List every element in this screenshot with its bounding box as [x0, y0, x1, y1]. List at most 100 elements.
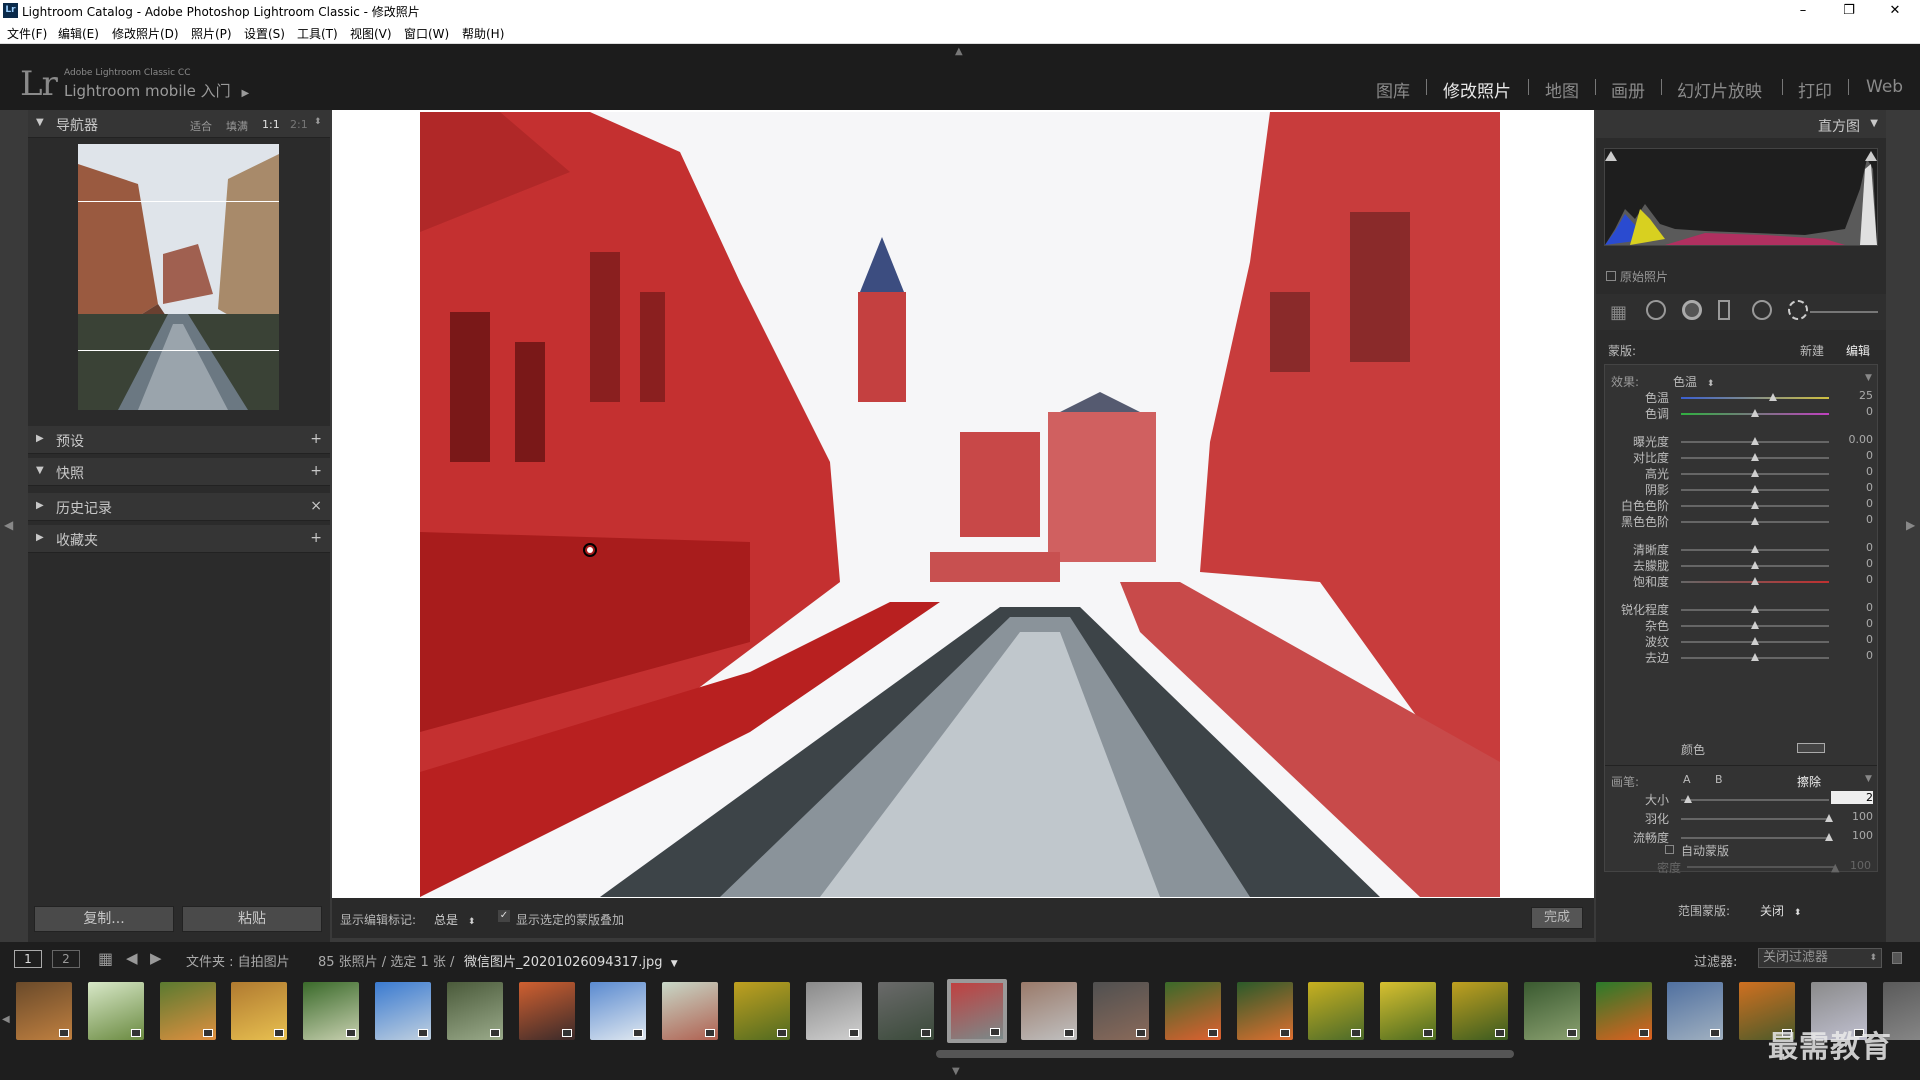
back-arrow-icon[interactable]: ◀: [126, 949, 138, 967]
filmstrip-thumbnail[interactable]: [805, 982, 862, 1040]
module-web[interactable]: Web: [1866, 77, 1903, 97]
navigator-header[interactable]: ▼ 导航器 适合 填满 1:1 2:1 ⬍: [28, 110, 330, 138]
filmstrip-thumbnail[interactable]: [1452, 982, 1508, 1040]
filmstrip-thumbnail[interactable]: [1164, 982, 1221, 1040]
brush-slider-knob-icon[interactable]: [1684, 795, 1693, 803]
histogram[interactable]: [1604, 148, 1878, 246]
panel-menu-triangle-icon[interactable]: ▼: [1865, 373, 1872, 383]
add-snapshot-icon[interactable]: +: [310, 463, 322, 479]
clear-history-icon[interactable]: ×: [310, 498, 322, 514]
slider-value[interactable]: 25: [1833, 389, 1873, 402]
slider-knob-icon[interactable]: [1751, 485, 1759, 493]
menu-file[interactable]: 文件(F): [7, 25, 47, 42]
slider-knob-icon[interactable]: [1768, 393, 1777, 401]
slider-track[interactable]: [1681, 397, 1829, 399]
slider-knob-icon[interactable]: [1751, 577, 1759, 585]
navigator-viewport-frame[interactable]: [78, 201, 279, 351]
brush-erase-tab[interactable]: 擦除: [1797, 773, 1821, 790]
filmstrip-thumbnail[interactable]: [16, 982, 72, 1040]
density-track[interactable]: [1687, 866, 1835, 868]
radial-filter-icon[interactable]: [1752, 300, 1772, 320]
main-photo[interactable]: [420, 112, 1500, 897]
zoom-stepper-icon[interactable]: ⬍: [314, 117, 322, 127]
filmstrip-scroll-left-icon[interactable]: ◀: [2, 1014, 10, 1025]
brush-slider-value[interactable]: 100: [1833, 829, 1873, 842]
menu-photo[interactable]: 照片(P): [191, 25, 232, 42]
overlay-checkbox[interactable]: ✓: [498, 910, 510, 922]
mask-edit-button[interactable]: 编辑: [1846, 342, 1870, 359]
color-swatch[interactable]: [1797, 743, 1825, 753]
slider-knob-icon[interactable]: [1751, 605, 1759, 613]
filmstrip-thumbnail[interactable]: [662, 982, 719, 1040]
menu-view[interactable]: 视图(V): [350, 25, 392, 42]
slider-value[interactable]: 0: [1833, 541, 1873, 554]
menu-settings[interactable]: 设置(S): [244, 25, 285, 42]
menu-help[interactable]: 帮助(H): [462, 25, 504, 42]
filmstrip-thumbnail[interactable]: [1021, 982, 1078, 1040]
menu-develop[interactable]: 修改照片(D): [112, 25, 179, 42]
snapshots-header[interactable]: ▼ 快照 +: [28, 458, 330, 486]
brush-menu-triangle-icon[interactable]: ▼: [1865, 774, 1872, 784]
slider-value[interactable]: 0: [1833, 649, 1873, 662]
filmstrip-thumbnail[interactable]: [1093, 982, 1149, 1040]
add-collection-icon[interactable]: +: [310, 530, 322, 546]
maximize-button[interactable]: ❐: [1826, 0, 1872, 22]
filmstrip-thumbnail[interactable]: [1523, 982, 1580, 1040]
module-book[interactable]: 画册: [1611, 77, 1645, 102]
filmstrip-thumbnail[interactable]: [159, 982, 216, 1040]
slider-knob-icon[interactable]: [1751, 637, 1759, 645]
presets-header[interactable]: ▶ 预设 +: [28, 426, 330, 454]
add-preset-icon[interactable]: +: [310, 431, 322, 447]
paste-settings-button[interactable]: 粘贴: [182, 906, 322, 932]
adjustment-brush-icon[interactable]: [1788, 300, 1808, 320]
collections-header[interactable]: ▶ 收藏夹 +: [28, 525, 330, 553]
module-library[interactable]: 图库: [1376, 77, 1410, 102]
close-button[interactable]: ✕: [1872, 0, 1918, 22]
filmstrip-thumbnail[interactable]: [734, 982, 790, 1040]
slider-knob-icon[interactable]: [1751, 545, 1759, 553]
collapse-top-arrow-icon[interactable]: ▲: [955, 46, 963, 57]
slider-knob-icon[interactable]: [1751, 437, 1759, 445]
zoom-2-1[interactable]: 2:1: [290, 118, 308, 131]
slider-value[interactable]: 0: [1833, 617, 1873, 630]
show-pins-select[interactable]: 总是 ⬍: [434, 911, 475, 928]
filmstrip-thumbnail[interactable]: [446, 982, 503, 1040]
window-2-button[interactable]: 2: [52, 950, 80, 968]
brush-slider-knob-icon[interactable]: [1825, 814, 1833, 822]
menu-window[interactable]: 窗口(W): [404, 25, 449, 42]
brush-slider-track[interactable]: [1681, 818, 1829, 820]
filmstrip-thumbnail[interactable]: [1667, 982, 1724, 1040]
mobile-link[interactable]: Lightroom mobile 入门 ▶: [64, 80, 249, 101]
slider-value[interactable]: 0: [1833, 601, 1873, 614]
filmstrip-thumbnail[interactable]: [877, 982, 934, 1040]
navigator-preview[interactable]: [78, 144, 279, 410]
filmstrip-thumbnail[interactable]: [1236, 982, 1293, 1040]
slider-knob-icon[interactable]: [1751, 517, 1759, 525]
brush-a-tab[interactable]: A: [1683, 773, 1691, 786]
slider-knob-icon[interactable]: [1751, 469, 1759, 477]
copy-settings-button[interactable]: 复制...: [34, 906, 174, 932]
module-print[interactable]: 打印: [1798, 77, 1832, 102]
slider-value[interactable]: 0: [1833, 497, 1873, 510]
slider-knob-icon[interactable]: [1751, 561, 1759, 569]
zoom-1-1[interactable]: 1:1: [262, 118, 280, 131]
spot-removal-icon[interactable]: [1646, 300, 1666, 320]
slider-knob-icon[interactable]: [1751, 409, 1759, 417]
window-1-button[interactable]: 1: [14, 950, 42, 968]
filmstrip-thumbnail[interactable]: [1380, 982, 1437, 1040]
minimize-button[interactable]: –: [1780, 0, 1826, 22]
filmstrip-thumbnail[interactable]: [947, 979, 1008, 1043]
slider-value[interactable]: 0: [1833, 465, 1873, 478]
brush-b-tab[interactable]: B: [1715, 773, 1723, 786]
menu-edit[interactable]: 编辑(E): [58, 25, 99, 42]
right-panel-toggle-icon[interactable]: ▶: [1906, 518, 1915, 532]
slider-value[interactable]: 0: [1833, 449, 1873, 462]
slider-knob-icon[interactable]: [1751, 653, 1759, 661]
brush-slider-track[interactable]: [1681, 799, 1829, 801]
filter-lock-icon[interactable]: [1892, 952, 1902, 964]
source-path[interactable]: 文件夹 : 自拍图片: [186, 951, 290, 970]
forward-arrow-icon[interactable]: ▶: [150, 949, 162, 967]
menu-tools[interactable]: 工具(T): [297, 25, 338, 42]
filmstrip-thumbnail[interactable]: [518, 982, 575, 1040]
slider-value[interactable]: 0: [1833, 405, 1873, 418]
